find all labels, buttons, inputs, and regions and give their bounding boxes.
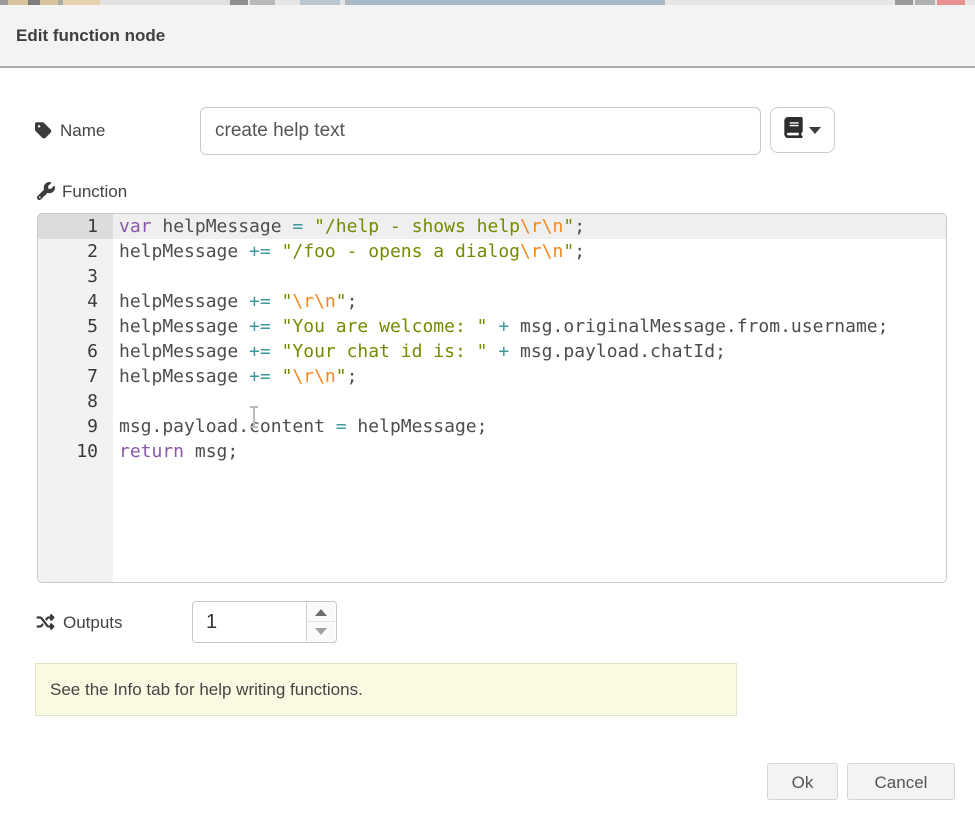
- name-input[interactable]: [200, 107, 761, 155]
- code-editor[interactable]: 12345678910 var helpMessage = "/help - s…: [37, 213, 947, 583]
- caret-down-icon: [809, 127, 821, 134]
- gutter-line-number: 9: [38, 414, 113, 439]
- gutter-line-number: 7: [38, 364, 113, 389]
- code-line[interactable]: return msg;: [113, 439, 946, 464]
- function-label: Function: [62, 181, 127, 203]
- code-line[interactable]: var helpMessage = "/help - shows help\r\…: [113, 214, 946, 239]
- code-line[interactable]: msg.payload.content = helpMessage;: [113, 414, 946, 439]
- code-line[interactable]: helpMessage += "/foo - opens a dialog\r\…: [113, 239, 946, 264]
- gutter-line-number: 2: [38, 239, 113, 264]
- gutter-line-number: 3: [38, 264, 113, 289]
- name-label: Name: [60, 120, 105, 142]
- outputs-spinner: [192, 601, 337, 643]
- spinner-down-button[interactable]: [307, 622, 335, 641]
- form-tip: See the Info tab for help writing functi…: [35, 663, 737, 716]
- code-line[interactable]: helpMessage += "Your chat id is: " + msg…: [113, 339, 946, 364]
- gutter-line-number: 5: [38, 314, 113, 339]
- shuffle-icon: [35, 613, 56, 636]
- dialog-header: Edit function node: [0, 5, 975, 68]
- spinner-up-button[interactable]: [307, 603, 335, 622]
- arrow-up-icon: [315, 609, 327, 616]
- cancel-button[interactable]: Cancel: [847, 763, 955, 800]
- editor-gutter: 12345678910: [38, 214, 113, 582]
- outputs-label: Outputs: [63, 612, 123, 634]
- code-line[interactable]: helpMessage += "\r\n";: [113, 289, 946, 314]
- gutter-line-number: 6: [38, 339, 113, 364]
- library-button[interactable]: [770, 107, 835, 153]
- code-line[interactable]: helpMessage += "\r\n";: [113, 364, 946, 389]
- ok-button[interactable]: Ok: [767, 763, 838, 800]
- code-line[interactable]: [113, 389, 946, 414]
- dialog-title: Edit function node: [16, 5, 165, 66]
- book-icon: [784, 117, 803, 143]
- gutter-line-number: 4: [38, 289, 113, 314]
- wrench-icon: [37, 182, 55, 205]
- edit-function-dialog: Edit function node Name Function 1234567…: [0, 0, 975, 815]
- code-line[interactable]: [113, 264, 946, 289]
- outputs-input[interactable]: [206, 602, 286, 642]
- spinner-buttons: [306, 603, 335, 641]
- gutter-line-number: 8: [38, 389, 113, 414]
- code-line[interactable]: helpMessage += "You are welcome: " + msg…: [113, 314, 946, 339]
- tag-icon: [35, 121, 54, 145]
- gutter-line-number: 1: [38, 214, 113, 239]
- form-tip-text: See the Info tab for help writing functi…: [50, 680, 363, 700]
- arrow-down-icon: [315, 628, 327, 635]
- gutter-line-number: 10: [38, 439, 113, 464]
- editor-code[interactable]: var helpMessage = "/help - shows help\r\…: [113, 214, 946, 582]
